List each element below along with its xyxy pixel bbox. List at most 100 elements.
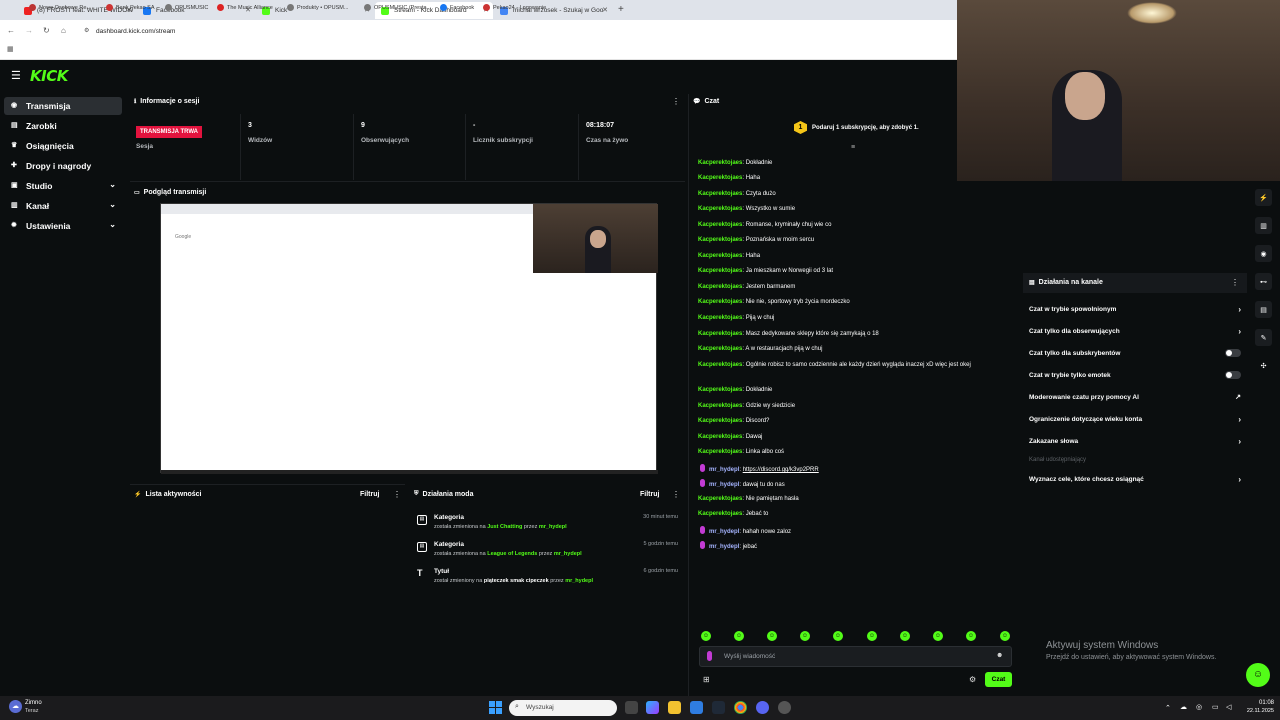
pinned-toggle-icon[interactable]: ≡: [851, 144, 855, 151]
chat-username[interactable]: Kacperektojaes: [698, 362, 742, 368]
emote-icon[interactable]: ☺: [1000, 631, 1010, 641]
obs-icon[interactable]: [778, 701, 791, 714]
emote-icon[interactable]: ☺: [767, 631, 777, 641]
chat-username[interactable]: Kacperektojaes: [698, 237, 742, 243]
account-age-option[interactable]: Ograniczenie dotyczące wieku konta ›: [1029, 415, 1241, 424]
sidebar-item-dropy[interactable]: ✚ Dropy i nagrody: [4, 157, 122, 175]
back-icon[interactable]: ←: [7, 26, 15, 35]
windows-start-icon[interactable]: [489, 701, 502, 714]
chat-username[interactable]: Kacperektojaes: [698, 449, 742, 455]
chat-username[interactable]: Kacperektojaes: [698, 160, 742, 166]
tray-chevron-icon[interactable]: ⌃: [1165, 704, 1171, 712]
more-options-icon[interactable]: ⋮: [1231, 278, 1239, 287]
more-options-icon[interactable]: ⋮: [672, 97, 680, 106]
chat-settings-icon[interactable]: ⚙: [969, 675, 976, 684]
subscribers-only-option[interactable]: Czat tylko dla subskrybentów: [1029, 349, 1241, 357]
new-tab-button[interactable]: +: [618, 4, 624, 15]
copilot-icon[interactable]: [646, 701, 659, 714]
forward-icon[interactable]: →: [25, 26, 33, 35]
chat-username[interactable]: Kacperektojaes: [698, 299, 742, 305]
sidebar-item-kanal[interactable]: ▥ Kanał ⌄: [4, 197, 122, 215]
chat-username[interactable]: Kacperektojaes: [698, 346, 742, 352]
home-icon[interactable]: ⌂: [61, 26, 66, 35]
chat-link[interactable]: https://discord.gg/k3vp2PRR: [743, 467, 819, 473]
menu-icon[interactable]: ☰: [11, 69, 21, 82]
chat-username[interactable]: mr_hydepl: [709, 529, 739, 535]
sidebar-item-osiagniecia[interactable]: ♛ Osiągnięcia: [4, 137, 122, 155]
steam-icon[interactable]: [712, 701, 725, 714]
bookmark-item[interactable]: The Music Alliance: [217, 4, 273, 11]
chat-username[interactable]: Kacperektojaes: [698, 175, 742, 181]
emote-icon[interactable]: ☺: [734, 631, 744, 641]
file-explorer-icon[interactable]: [668, 701, 681, 714]
chat-username[interactable]: Kacperektojaes: [698, 253, 742, 259]
chat-bubble-icon[interactable]: ◉: [1255, 245, 1272, 262]
banned-words-option[interactable]: Zakazane słowa ›: [1029, 437, 1241, 446]
subscribers-only-toggle[interactable]: [1225, 349, 1241, 357]
emote-only-toggle[interactable]: [1225, 371, 1241, 379]
url-field[interactable]: dashboard.kick.com/stream: [96, 28, 175, 35]
set-goal-option[interactable]: Wyznacz cele, które chcesz osiągnąć ›: [1029, 475, 1241, 484]
volume-icon[interactable]: ◁: [1226, 703, 1231, 711]
sidebar-item-studio[interactable]: ▣ Studio ⌄: [4, 177, 122, 195]
chrome-icon[interactable]: [734, 701, 747, 714]
chat-username[interactable]: mr_hydepl: [709, 467, 739, 473]
site-info-icon[interactable]: ⚙: [84, 27, 89, 34]
chat-username[interactable]: Kacperektojaes: [698, 284, 742, 290]
bookmark-item[interactable]: Bank Pekao SA: [106, 4, 155, 11]
tools-icon[interactable]: ✎: [1255, 329, 1272, 346]
clock-date[interactable]: 22.11.2025: [1238, 708, 1274, 714]
sidebar-item-zarobki[interactable]: ▤ Zarobki: [4, 117, 122, 135]
quick-actions-icon[interactable]: ⚡: [1255, 189, 1272, 206]
emote-icon[interactable]: ☺: [900, 631, 910, 641]
sidebar-item-ustawienia[interactable]: ✹ Ustawienia ⌄: [4, 217, 122, 235]
emote-icon[interactable]: ☺: [833, 631, 843, 641]
chat-username[interactable]: Kacperektojaes: [698, 222, 742, 228]
broadcast-icon[interactable]: ⊷: [1255, 273, 1272, 290]
close-icon[interactable]: ✕: [602, 6, 608, 14]
chat-username[interactable]: Kacperektojaes: [698, 418, 742, 424]
followers-only-option[interactable]: Czat tylko dla obserwujących ›: [1029, 327, 1241, 336]
tray-app-icon[interactable]: ◎: [1196, 703, 1202, 711]
chat-username[interactable]: Kacperektojaes: [698, 191, 742, 197]
bookmark-item[interactable]: Pekao24 - Logowanie: [483, 4, 546, 11]
emote-icon[interactable]: ☺: [701, 631, 711, 641]
stream-preview-video[interactable]: Google: [160, 203, 658, 474]
apps-icon[interactable]: ▦: [7, 45, 14, 53]
network-icon[interactable]: ▭: [1212, 703, 1219, 711]
emote-only-option[interactable]: Czat w trybie tylko emotek: [1029, 371, 1241, 379]
discord-icon[interactable]: [756, 701, 769, 714]
chat-username[interactable]: Kacperektojaes: [698, 331, 742, 337]
more-options-icon[interactable]: ⋮: [393, 490, 401, 499]
more-options-icon[interactable]: ⋮: [672, 490, 680, 499]
add-widget-icon[interactable]: ✣: [1255, 357, 1272, 374]
gift-icon[interactable]: ⊞: [703, 675, 710, 684]
bookmark-item[interactable]: OPUSMUSIC: [165, 4, 208, 11]
emote-icon[interactable]: ☺: [800, 631, 810, 641]
chat-username[interactable]: Kacperektojaes: [698, 403, 742, 409]
ai-moderation-option[interactable]: Moderowanie czatu przy pomocy AI ↗: [1029, 394, 1241, 401]
task-view-icon[interactable]: [625, 701, 638, 714]
chat-username[interactable]: Kacperektojaes: [698, 315, 742, 321]
chat-username[interactable]: mr_hydepl: [709, 482, 739, 488]
bookmark-item[interactable]: Produkty • OPUSM...: [287, 4, 348, 11]
slow-mode-option[interactable]: Czat w trybie spowolnionym ›: [1029, 305, 1241, 314]
clock-time[interactable]: 01:08: [1244, 700, 1274, 706]
gift-sub-promo[interactable]: Podaruj 1 subskrypcję, aby zdobyć 1.: [812, 125, 919, 131]
support-chat-icon[interactable]: ☺: [1246, 663, 1270, 687]
sidebar-item-transmisja[interactable]: ◉ Transmisja: [4, 97, 122, 115]
chat-username[interactable]: Kacperektojaes: [698, 496, 742, 502]
chat-username[interactable]: Kacperektojaes: [698, 206, 742, 212]
chat-username[interactable]: Kacperektojaes: [698, 387, 742, 393]
modactions-filter-button[interactable]: Filtruj: [640, 491, 659, 498]
chat-username[interactable]: mr_hydepl: [709, 544, 739, 550]
emoji-picker-icon[interactable]: ☻: [996, 652, 1003, 659]
emote-icon[interactable]: ☺: [966, 631, 976, 641]
channel-icon[interactable]: ▤: [1255, 301, 1272, 318]
chat-username[interactable]: Kacperektojaes: [698, 268, 742, 274]
bookmark-item[interactable]: Facebook: [440, 4, 474, 11]
edge-icon[interactable]: [690, 701, 703, 714]
bookmark-item[interactable]: Nowe Osobowe Re...: [29, 4, 91, 11]
kick-logo[interactable]: KICK: [30, 67, 68, 85]
cloud-icon[interactable]: ☁: [1180, 703, 1187, 711]
